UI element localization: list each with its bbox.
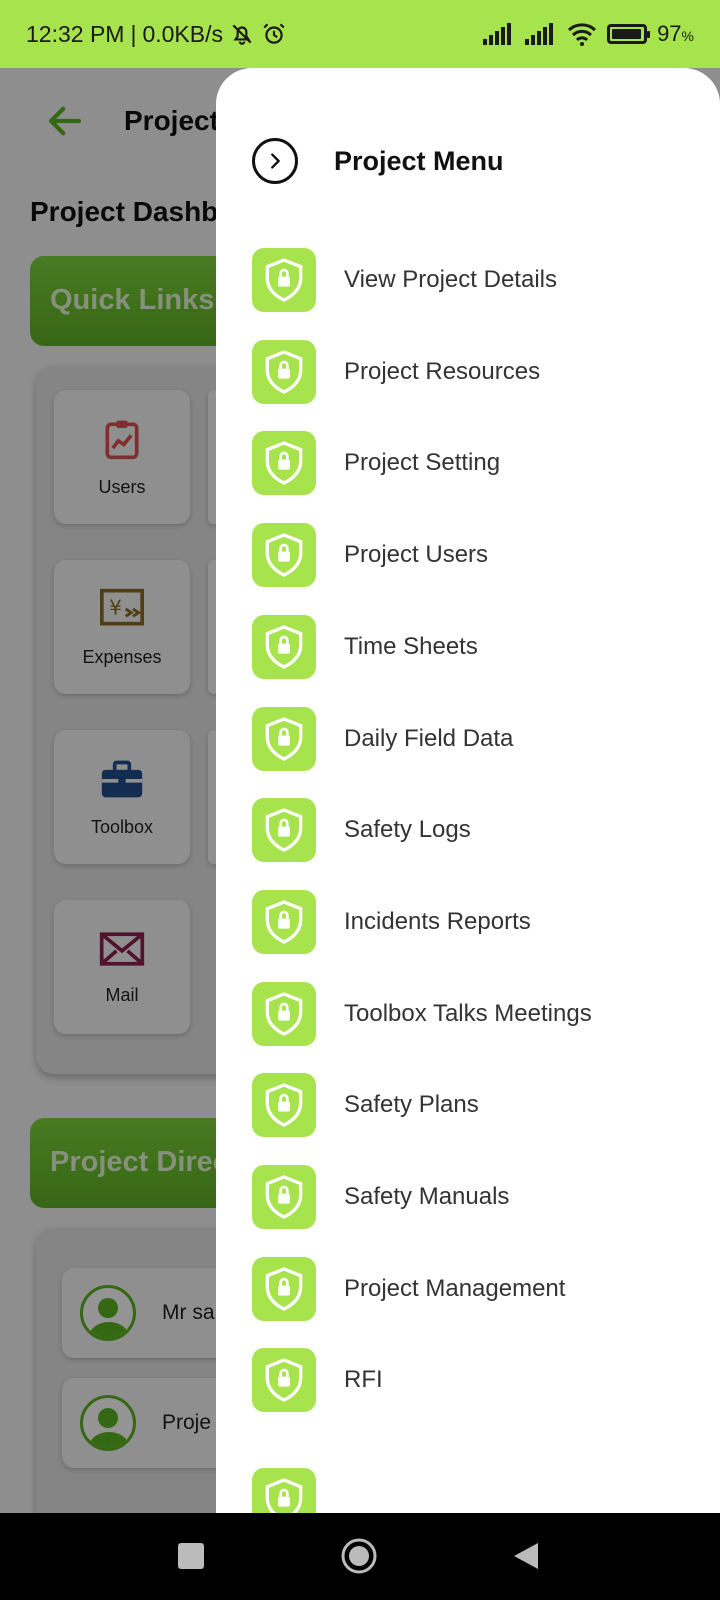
menu-item-label: Toolbox Talks Meetings [344, 999, 592, 1027]
alarm-icon [263, 23, 285, 44]
menu-item[interactable]: View Project Details [252, 248, 692, 312]
menu-item[interactable]: Safety Manuals [252, 1165, 692, 1229]
menu-item[interactable]: Safety Plans [252, 1073, 692, 1138]
menu-item-label: Daily Field Data [344, 724, 514, 752]
signal-icon [525, 23, 554, 45]
menu-item-partial [252, 1468, 692, 1513]
system-nav-bar [0, 1513, 720, 1600]
wifi-icon [568, 23, 597, 46]
shield-lock-icon [252, 1256, 316, 1321]
menu-item[interactable]: Incidents Reports [252, 889, 692, 954]
menu-item[interactable]: Toolbox Talks Meetings [252, 981, 692, 1046]
menu-item-label: Safety Plans [344, 1091, 479, 1119]
menu-item-label: Project Resources [344, 357, 541, 385]
menu-item[interactable]: Daily Field Data [252, 706, 692, 771]
shield-lock-icon [252, 339, 316, 404]
shield-lock-icon [252, 523, 316, 588]
menu-item-label: View Project Details [344, 266, 557, 293]
project-menu-drawer: Project Menu View Project Details Project… [216, 68, 720, 1513]
shield-lock-icon [252, 248, 316, 312]
menu-item[interactable]: Time Sheets [252, 614, 692, 679]
menu-item-label: Project Management [344, 1274, 566, 1302]
drawer-header: Project Menu [252, 138, 504, 184]
status-bar: 12:32 PM | 0.0KB/s 97% [0, 0, 720, 68]
menu-item[interactable]: Project Setting [252, 431, 692, 496]
menu-item[interactable]: Safety Logs [252, 798, 692, 863]
home-circle-icon [341, 1538, 377, 1574]
menu-item[interactable]: RFI [252, 1348, 692, 1413]
shield-lock-icon [252, 706, 316, 771]
signal-icon [483, 23, 512, 45]
menu-item[interactable]: Project Resources [252, 339, 692, 404]
recents-button[interactable] [178, 1543, 204, 1569]
battery-level [612, 29, 642, 39]
battery-icon [607, 24, 651, 44]
drawer-title: Project Menu [334, 145, 504, 176]
mute-bell-icon [232, 24, 252, 45]
chevron-right-icon [271, 153, 280, 169]
menu-item-label: RFI [344, 1366, 383, 1394]
status-time: 12:32 PM [26, 20, 125, 47]
shield-lock-icon [252, 431, 316, 496]
chevron-right-circle-icon[interactable] [252, 138, 298, 184]
menu-item-label: Project Setting [344, 449, 501, 477]
shield-lock-icon [252, 1348, 316, 1413]
shield-lock-icon [252, 798, 316, 863]
shield-lock-icon [252, 1468, 316, 1513]
menu-item[interactable]: Project Users [252, 523, 692, 588]
back-triangle-icon [514, 1543, 538, 1569]
menu-item-label: Safety Manuals [344, 1183, 510, 1210]
status-separator: | [130, 20, 137, 47]
menu-item-label: Safety Logs [344, 816, 471, 844]
shield-lock-icon [252, 1073, 316, 1138]
home-button[interactable] [340, 1537, 378, 1580]
menu-item-label: Project Users [344, 541, 489, 569]
menu-item-label: Incidents Reports [344, 907, 531, 935]
battery-percent: 97% [657, 21, 694, 46]
shield-lock-icon [252, 1165, 316, 1229]
back-button[interactable] [512, 1541, 540, 1576]
status-speed: 0.0KB/s [142, 20, 223, 47]
shield-lock-icon [252, 889, 316, 954]
shield-lock-icon [252, 614, 316, 679]
menu-item[interactable]: Project Management [252, 1256, 692, 1321]
shield-lock-icon [252, 981, 316, 1046]
menu-item-label: Time Sheets [344, 632, 478, 660]
